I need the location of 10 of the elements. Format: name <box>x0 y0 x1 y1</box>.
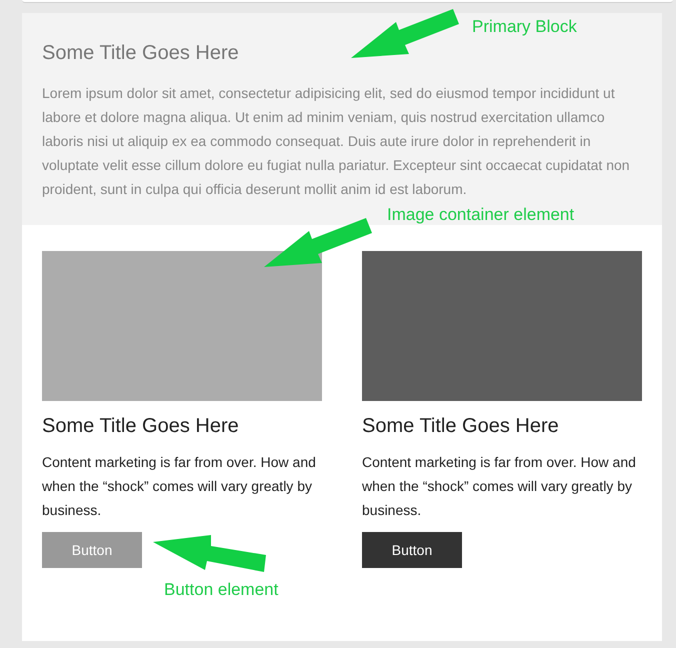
card-title: Some Title Goes Here <box>362 415 560 438</box>
annotation-label: Primary Block <box>472 17 577 37</box>
annotation-label: Image container element <box>387 205 574 225</box>
block-title: Some Title Goes Here <box>42 42 240 65</box>
card-text: Content marketing is far from over. How and when the “shock” comes will vary greatly by business. <box>362 453 637 520</box>
card-button[interactable]: Button <box>362 532 462 568</box>
card-title: Some Title Goes Here <box>42 415 240 438</box>
block-paragraph: Lorem ipsum dolor sit amet, consectetur adipisicing elit, sed do eiusmod tempor incididunt ut labore et dolore magna aliqua. Ut enim ad minim veniam, quis nostrud exercitation ullamco laboris nisi ut aliquip ex ea commodo consequat. Duis aute irure dolor in reprehenderit in voluptate velit esse cillum dolore eu fugiat nulla pariatur. Excepteur sint occaecat cupidatat non proident, sunt in culpa qui officia deserunt mollit anim id est laborum. <box>42 84 631 199</box>
annotation-label: Button element <box>164 580 278 600</box>
card-text: Content marketing is far from over. How and when the “shock” comes will vary greatly by business. <box>42 453 317 520</box>
